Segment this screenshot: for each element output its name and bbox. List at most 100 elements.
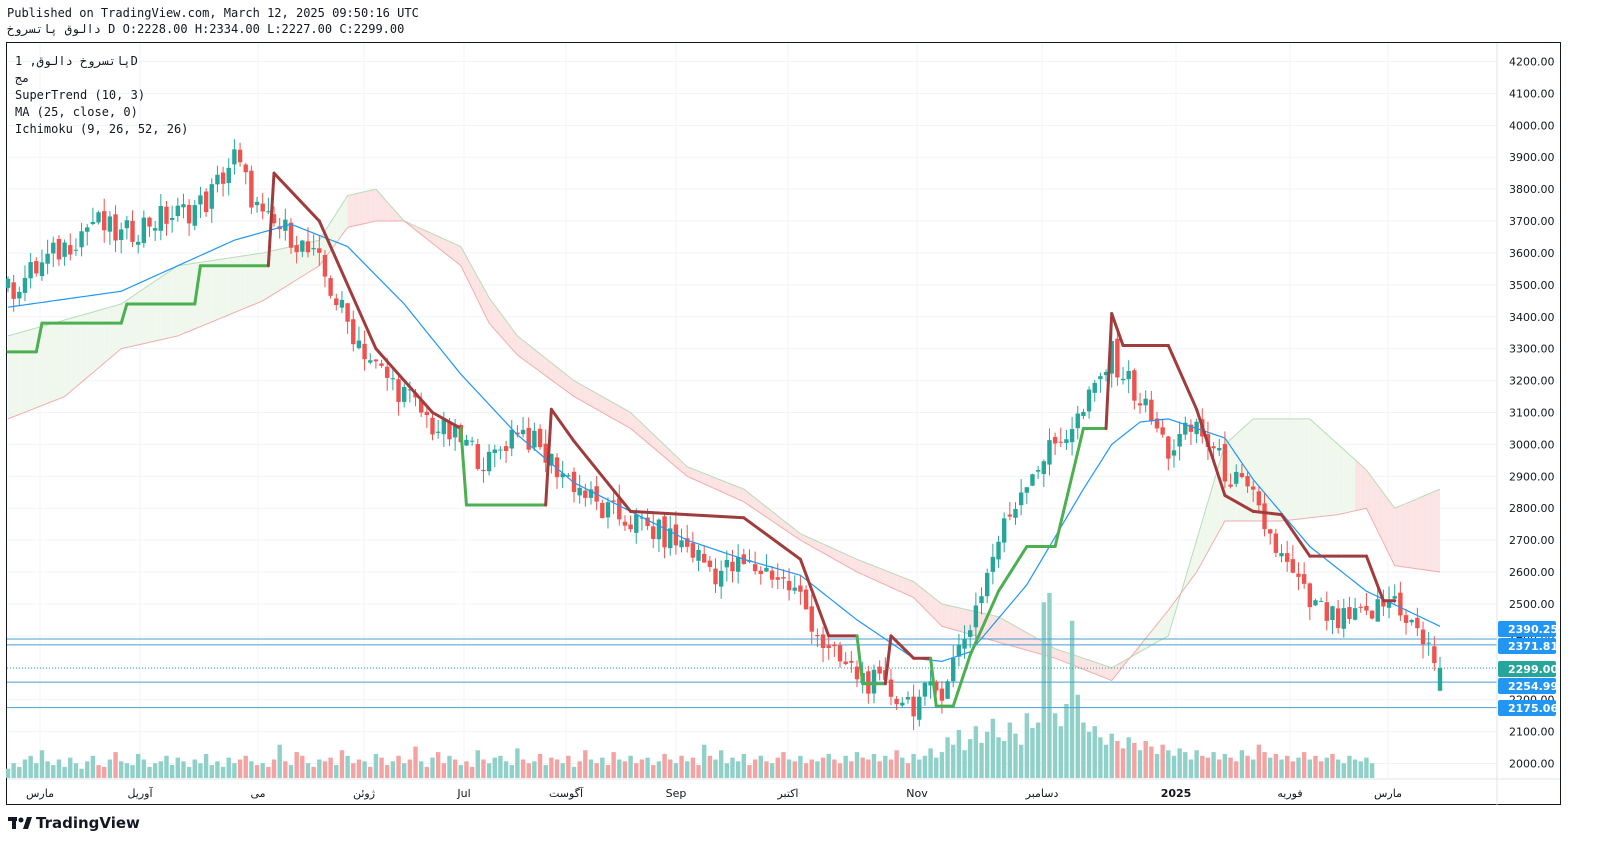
volume-bar: [1024, 713, 1030, 778]
cloud-segment: [1009, 623, 1016, 648]
candle-body: [1228, 484, 1233, 487]
candle-body: [1256, 491, 1262, 506]
volume-bar: [996, 737, 1001, 778]
cloud-segment: [1004, 619, 1010, 646]
legend-ma[interactable]: MA (25, close, 0): [15, 104, 188, 121]
candle-body: [583, 490, 588, 498]
candle-body: [849, 660, 854, 663]
candle-body: [135, 241, 141, 245]
volume-bar: [51, 765, 56, 778]
cloud-segment: [211, 259, 218, 322]
candle-body: [917, 696, 922, 720]
price-chart[interactable]: 4200.00 4100.00 4000.00 3900.00 3800.00 3700.…: [0, 0, 1598, 858]
volume-bar: [464, 761, 469, 778]
candle-body: [1341, 608, 1346, 629]
volume-bar: [984, 731, 990, 778]
cloud-segment: [1162, 610, 1169, 640]
volume-bar: [1160, 744, 1165, 778]
candle-body: [503, 446, 509, 451]
volume-bar: [911, 753, 916, 778]
volume-bar: [469, 766, 475, 778]
candle-body: [209, 184, 214, 209]
volume-bar: [628, 755, 633, 778]
candle-body: [718, 570, 724, 587]
volume-bar: [752, 759, 758, 778]
cloud-segment: [958, 607, 965, 633]
price-tick-label: 2500.00: [1509, 598, 1555, 611]
candle-body: [1132, 370, 1137, 401]
candle-body: [5, 278, 11, 288]
price-tick-label: 2900.00: [1509, 470, 1555, 483]
volume-bar: [1200, 755, 1205, 778]
candle-body: [56, 238, 62, 260]
volume-bar: [1149, 746, 1154, 778]
time-tick-label: مارس: [26, 787, 54, 800]
volume-bar: [90, 755, 96, 778]
volume-bar: [809, 759, 814, 778]
volume-bar: [441, 763, 447, 778]
volume-bar: [249, 761, 254, 778]
volume-bar: [345, 755, 350, 778]
supertrend-segment: [951, 653, 972, 708]
cloud-segment: [189, 263, 195, 332]
volume-bar: [62, 766, 67, 778]
volume-bar: [1126, 737, 1131, 778]
cloud-segment: [138, 288, 144, 345]
legend-supertrend[interactable]: SuperTrend (10, 3): [15, 87, 188, 104]
time-tick-label: آگوست: [549, 786, 584, 800]
cloud-segment: [1372, 477, 1378, 532]
volume-bar: [1296, 757, 1301, 778]
cloud-segment: [1394, 505, 1401, 567]
cloud-segment: [41, 324, 48, 406]
candle-body: [402, 386, 407, 402]
volume-bar: [662, 753, 667, 778]
volume-bar: [220, 766, 226, 778]
candle-body: [1432, 646, 1437, 664]
supertrend-segment: [629, 509, 689, 517]
volume-bar: [317, 759, 322, 778]
supertrend-segment: [1364, 554, 1385, 603]
volume-bar: [385, 765, 390, 778]
candle-body: [113, 214, 118, 241]
volume-bar: [894, 750, 899, 778]
candle-body: [996, 541, 1001, 560]
candle-body: [786, 581, 792, 591]
candle-body: [130, 220, 135, 242]
volume-bar: [905, 763, 911, 778]
volume-bar: [1330, 753, 1335, 778]
candle-body: [1081, 411, 1086, 417]
cloud-segment: [1321, 429, 1327, 517]
volume-bar: [237, 759, 243, 778]
volume-bar: [288, 765, 294, 778]
candlesticks: [5, 139, 1443, 731]
volume-bar: [28, 755, 33, 778]
volume-bar: [826, 753, 831, 778]
volume-bar: [1115, 741, 1120, 778]
candle-body: [220, 172, 226, 184]
volume-bar: [701, 744, 707, 778]
volume-bar: [798, 755, 803, 778]
volume-bar: [928, 748, 933, 778]
volume-bar: [1267, 757, 1273, 778]
candle-body: [1403, 615, 1409, 623]
candle-body: [68, 245, 73, 255]
candle-body: [492, 449, 497, 454]
cloud-segment: [172, 265, 178, 338]
candle-body: [351, 319, 356, 345]
legend-ichimoku[interactable]: Ichimoku (9, 26, 52, 26): [15, 121, 188, 138]
volume-bar: [232, 763, 237, 778]
volume-bar: [1369, 763, 1375, 778]
volume-bar: [554, 759, 560, 778]
candle-body: [322, 255, 328, 277]
cloud-segment: [8, 334, 14, 419]
candle-body: [1279, 553, 1284, 557]
candle-body: [520, 429, 526, 435]
cloud-segment: [364, 190, 371, 224]
volume-bar: [1086, 731, 1092, 778]
volume-bar: [1092, 726, 1097, 778]
cloud-segment: [358, 191, 365, 225]
volume-bar: [1035, 722, 1041, 778]
volume-bar: [113, 752, 118, 778]
candle-body: [334, 298, 339, 306]
volume-bar: [192, 759, 197, 778]
